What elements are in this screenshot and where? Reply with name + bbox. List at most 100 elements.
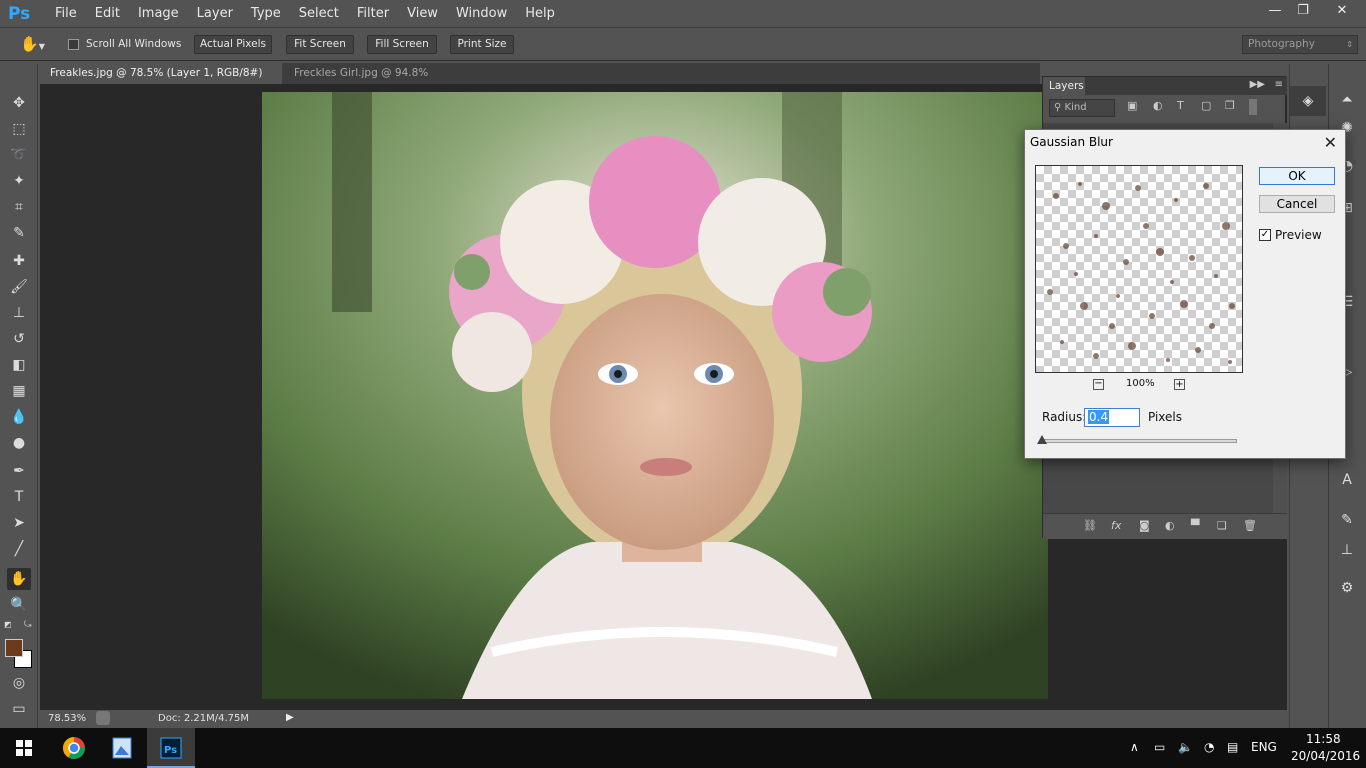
doc-size-info[interactable]: Doc: 2.21M/4.75M <box>158 713 249 724</box>
menu-select[interactable]: Select <box>290 6 348 21</box>
layer-style-fx-icon[interactable]: fx <box>1111 519 1121 532</box>
menu-filter[interactable]: Filter <box>348 6 398 21</box>
swap-colors-icon[interactable]: ⤿ <box>24 620 32 630</box>
adjustment-layer-icon[interactable]: ◐ <box>1165 519 1175 532</box>
eraser-tool-icon[interactable]: ◧ <box>7 354 31 376</box>
filter-toggle-icon[interactable] <box>1249 99 1257 115</box>
new-layer-icon[interactable]: ❏ <box>1217 519 1227 532</box>
marquee-tool-icon[interactable]: ⬚ <box>7 118 31 140</box>
kind-filter-label: Kind <box>1064 102 1087 113</box>
restore-button[interactable]: ❐ <box>1286 0 1320 24</box>
menu-type[interactable]: Type <box>242 6 290 21</box>
menu-image[interactable]: Image <box>129 6 188 21</box>
add-mask-icon[interactable]: ◙ <box>1139 519 1150 532</box>
filter-adjustment-icon[interactable]: ◐ <box>1153 99 1163 112</box>
fit-screen-button[interactable]: Fit Screen <box>286 35 354 54</box>
delete-layer-icon[interactable]: 🗑 <box>1243 519 1257 532</box>
tab-freckles-girl[interactable]: Freckles Girl.jpg @ 94.8% (RGB/8#)× <box>284 63 496 100</box>
preview-checkbox[interactable]: ✓ <box>1259 229 1271 241</box>
zoom-tool-icon[interactable]: 🔍 <box>7 594 31 616</box>
document-canvas-photo[interactable] <box>262 92 1048 699</box>
blur-preview[interactable] <box>1035 165 1243 373</box>
blur-tool-icon[interactable]: 💧 <box>7 406 31 428</box>
menu-view[interactable]: View <box>398 6 447 21</box>
tray-chevron-icon[interactable]: ∧ <box>1130 740 1139 754</box>
panel-menu-icon[interactable]: ≡ <box>1275 79 1283 90</box>
hand-tool-preset-icon[interactable]: ✋▼ <box>20 35 54 55</box>
new-group-icon[interactable]: ▀ <box>1191 519 1199 532</box>
clone-source-icon[interactable]: ⊥ <box>1329 542 1365 558</box>
share-icon[interactable] <box>96 711 110 725</box>
screen-mode-icon[interactable]: ▭ <box>7 698 31 720</box>
clock-time[interactable]: 11:58 <box>1306 732 1341 746</box>
fill-screen-button[interactable]: Fill Screen <box>367 35 437 54</box>
radius-input[interactable]: 0.4 <box>1084 408 1140 427</box>
workspace-select[interactable]: Photography ⇕ <box>1242 35 1358 54</box>
lasso-tool-icon[interactable]: ➰ <box>7 144 31 166</box>
gradient-tool-icon[interactable]: ▦ <box>7 380 31 402</box>
tools-panel: ✥ ⬚ ➰ ✦ ⌗ ✎ ✚ 🖌 ⊥ ↺ ◧ ▦ 💧 ● ✒ T ➤ ╱ ✋ 🔍 … <box>0 64 38 728</box>
filter-smart-object-icon[interactable]: ❐ <box>1225 99 1235 112</box>
default-colors-icon[interactable]: ◩ <box>4 620 12 629</box>
language-indicator[interactable]: ENG <box>1251 740 1277 754</box>
menu-help[interactable]: Help <box>516 6 564 21</box>
chrome-taskbar-icon[interactable] <box>50 728 98 768</box>
path-selection-tool-icon[interactable]: ➤ <box>7 512 31 534</box>
clock-date[interactable]: 20/04/2016 <box>1291 749 1360 763</box>
filter-shape-icon[interactable]: ▢ <box>1201 99 1211 112</box>
menu-layer[interactable]: Layer <box>188 6 242 21</box>
move-tool-icon[interactable]: ✥ <box>7 92 31 114</box>
radius-slider-track[interactable] <box>1042 439 1237 443</box>
photoshop-logo: Ps <box>8 4 31 24</box>
type-tool-icon[interactable]: T <box>7 486 31 508</box>
tab-freakles[interactable]: Freakles.jpg @ 78.5% (Layer 1, RGB/8#) *… <box>40 63 282 100</box>
histogram-icon[interactable]: ⏶ <box>1329 92 1365 108</box>
brush-presets-icon[interactable]: ✎ <box>1329 512 1365 528</box>
notification-icon[interactable]: ▤ <box>1227 740 1238 754</box>
eyedropper-tool-icon[interactable]: ✎ <box>7 222 31 244</box>
wifi-icon[interactable]: ◔ <box>1204 740 1214 754</box>
actual-pixels-button[interactable]: Actual Pixels <box>194 35 272 54</box>
print-size-button[interactable]: Print Size <box>450 35 514 54</box>
photos-taskbar-icon[interactable] <box>98 728 146 768</box>
brush-tool-icon[interactable]: 🖌 <box>7 276 31 298</box>
foreground-color-swatch[interactable] <box>5 639 23 657</box>
zoom-out-icon[interactable]: − <box>1093 379 1104 390</box>
tool-presets-icon[interactable]: ⚙ <box>1329 580 1365 596</box>
layers-stack-icon[interactable]: ◈ <box>1290 86 1326 116</box>
collapse-panel-icon[interactable]: ▶▶ <box>1250 79 1265 90</box>
zoom-in-icon[interactable]: + <box>1174 379 1185 390</box>
ok-button[interactable]: OK <box>1259 167 1335 185</box>
quick-mask-icon[interactable]: ◎ <box>7 672 31 694</box>
character-icon[interactable]: A <box>1329 472 1365 488</box>
menu-file[interactable]: File <box>46 6 86 21</box>
dialog-close-icon[interactable]: ✕ <box>1324 133 1337 152</box>
link-layers-icon[interactable]: ⛓ <box>1083 519 1097 532</box>
start-button[interactable] <box>0 728 48 768</box>
dodge-tool-icon[interactable]: ● <box>7 432 31 454</box>
photoshop-taskbar-icon[interactable]: Ps <box>147 728 195 768</box>
layers-tab[interactable]: Layers <box>1043 77 1085 95</box>
zoom-level[interactable]: 78.53% <box>48 713 86 724</box>
line-tool-icon[interactable]: ╱ <box>7 538 31 560</box>
menu-window[interactable]: Window <box>447 6 516 21</box>
filter-type-icon[interactable]: T <box>1177 99 1184 112</box>
close-app-button[interactable]: ✕ <box>1322 0 1362 24</box>
menu-bar: Ps File Edit Image Layer Type Select Fil… <box>0 0 1366 28</box>
battery-icon[interactable]: ▭ <box>1154 740 1165 754</box>
cancel-button[interactable]: Cancel <box>1259 195 1335 213</box>
layer-kind-filter[interactable]: ⚲ Kind <box>1049 99 1115 117</box>
menu-edit[interactable]: Edit <box>86 6 129 21</box>
filter-pixel-icon[interactable]: ▣ <box>1127 99 1137 112</box>
pen-tool-icon[interactable]: ✒ <box>7 460 31 482</box>
volume-icon[interactable]: 🔈 <box>1178 740 1193 754</box>
status-menu-arrow-icon[interactable]: ▶ <box>286 712 294 723</box>
magic-wand-tool-icon[interactable]: ✦ <box>7 170 31 192</box>
radius-slider-thumb[interactable] <box>1037 435 1047 444</box>
hand-tool-icon[interactable]: ✋ <box>7 568 31 590</box>
clone-stamp-tool-icon[interactable]: ⊥ <box>7 302 31 324</box>
history-brush-tool-icon[interactable]: ↺ <box>7 328 31 350</box>
scroll-all-windows-checkbox[interactable] <box>68 39 79 50</box>
crop-tool-icon[interactable]: ⌗ <box>7 196 31 218</box>
healing-brush-tool-icon[interactable]: ✚ <box>7 250 31 272</box>
